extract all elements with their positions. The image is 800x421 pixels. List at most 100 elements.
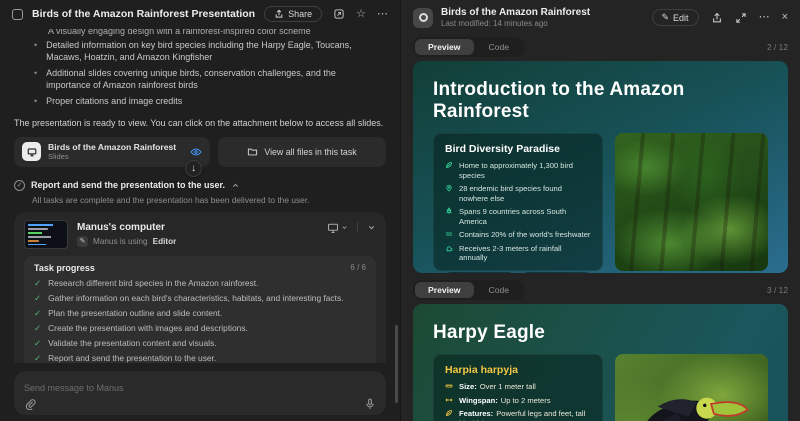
attachment-type: Slides	[48, 152, 183, 161]
chat-panel: Birds of the Amazon Rainforest Presentat…	[0, 0, 400, 421]
task-title: Birds of the Amazon Rainforest Presentat…	[32, 8, 255, 20]
check-icon: ✓	[34, 323, 41, 333]
computer-card-title: Manus's computer	[77, 222, 318, 233]
list-item: • Proper citations and image credits	[34, 96, 386, 108]
bird-diversity-card: Bird Diversity Paradise Home to approxim…	[433, 133, 603, 271]
list-item: • Additional slides covering unique bird…	[34, 68, 386, 91]
preview-header: Birds of the Amazon Rainforest Last modi…	[401, 0, 800, 33]
preview-file-title: Birds of the Amazon Rainforest	[441, 7, 644, 18]
tab-code[interactable]: Code	[476, 39, 523, 55]
bullet-icon: •	[34, 68, 37, 91]
task-item: ✓ Plan the presentation outline and slid…	[34, 308, 366, 318]
page-indicator: 2 / 12	[767, 42, 788, 52]
share-button[interactable]: Share	[264, 6, 322, 22]
step-subtitle: All tasks are complete and the presentat…	[32, 195, 386, 205]
fact-row: 28 endemic bird species found nowhere el…	[445, 184, 591, 203]
bullet-icon: •	[34, 40, 37, 63]
map-pin-icon	[445, 184, 453, 192]
tab-code[interactable]: Code	[476, 282, 523, 298]
attach-file-icon[interactable]	[24, 398, 36, 410]
task-item: ✓ Gather information on each bird's char…	[34, 293, 366, 303]
fact-row: Spans 9 countries across South America	[445, 207, 591, 226]
divider	[357, 222, 358, 233]
fact-row: Home to approximately 1,300 bird species	[445, 161, 591, 180]
microphone-icon[interactable]	[364, 398, 376, 410]
task-progress-card: Task progress 6 / 6 ✓ Research different…	[24, 256, 376, 364]
feather-icon	[445, 161, 453, 169]
slides-app-icon	[413, 8, 433, 28]
stat-box: 1/3 Of all bird species worldwide	[522, 272, 591, 274]
list-item: • Detailed information on key bird speci…	[34, 40, 386, 63]
check-icon: ✓	[34, 278, 41, 288]
monitor-toggle-button[interactable]	[327, 222, 348, 234]
ready-message: The presentation is ready to view. You c…	[14, 117, 386, 129]
slide-introduction: Introduction to the Amazon Rainforest Bi…	[413, 61, 788, 273]
page-indicator: 3 / 12	[767, 285, 788, 295]
tab-preview[interactable]: Preview	[415, 282, 474, 298]
manus-computer-card: Manus's computer ✎ Manus is using Editor	[14, 212, 386, 364]
message-input[interactable]	[24, 383, 376, 393]
ruler-icon	[445, 382, 453, 390]
rainforest-photo	[615, 133, 768, 271]
star-icon[interactable]: ☆	[356, 9, 366, 20]
share-icon	[274, 9, 284, 19]
arrows-horizontal-icon	[445, 396, 453, 404]
tree-icon	[445, 207, 453, 215]
computer-screen-thumbnail[interactable]	[24, 220, 68, 249]
sidebar-toggle-icon[interactable]	[12, 9, 23, 20]
fact-row: Receives 2-3 meters of rainfall annually	[445, 244, 591, 263]
close-icon[interactable]: ×	[782, 12, 788, 23]
view-all-files-button[interactable]: View all files in this task	[218, 137, 386, 167]
toucan-bird-illustration	[621, 373, 762, 421]
file-preview-panel: Birds of the Amazon Rainforest Last modi…	[400, 0, 800, 421]
viewer-toolbar: Preview Code 2 / 12	[401, 33, 800, 61]
export-icon[interactable]	[333, 8, 345, 20]
task-progress-count: 6 / 6	[350, 263, 366, 272]
slides-file-icon	[22, 142, 41, 161]
fact-row: Contains 20% of the world's freshwater	[445, 230, 591, 240]
more-options-icon[interactable]: ⋯	[377, 9, 388, 20]
attachment-card[interactable]: Birds of the Amazon Rainforest Slides	[14, 137, 210, 167]
harpy-eagle-card: Harpia harpyja Size:Over 1 meter tall Wi…	[433, 354, 603, 421]
chat-header: Birds of the Amazon Rainforest Presentat…	[0, 0, 400, 28]
monitor-icon	[327, 222, 339, 234]
step-row[interactable]: ✓ Report and send the presentation to th…	[14, 180, 386, 191]
task-item: ✓ Research different bird species in the…	[34, 278, 366, 288]
check-icon: ✓	[34, 308, 41, 318]
check-circle-icon: ✓	[14, 180, 25, 191]
stat-box: 575 Bird species in a single 5,500-hecta…	[445, 272, 514, 274]
expand-icon[interactable]	[735, 12, 747, 24]
upload-icon[interactable]	[711, 12, 723, 24]
message-composer	[14, 371, 386, 415]
clipped-message-line: A visually engaging design with a rainfo…	[48, 29, 386, 37]
slide-title: Introduction to the Amazon Rainforest	[433, 79, 768, 123]
chevron-down-icon	[341, 224, 348, 231]
feather-icon	[445, 409, 453, 417]
bullet-icon: •	[34, 96, 37, 108]
pencil-icon: ✎	[662, 12, 670, 23]
manus-app: Birds of the Amazon Rainforest Presentat…	[0, 0, 800, 421]
eye-icon[interactable]	[190, 146, 202, 158]
scroll-to-bottom-button[interactable]: ↓	[185, 160, 202, 177]
chat-scrollbar[interactable]	[395, 325, 398, 403]
tab-preview[interactable]: Preview	[415, 39, 474, 55]
arrow-down-icon: ↓	[191, 163, 196, 174]
step-title: Report and send the presentation to the …	[31, 180, 225, 190]
toucan-photo	[615, 354, 768, 421]
task-item: ✓ Create the presentation with images an…	[34, 323, 366, 333]
fact-row: Wingspan:Up to 2 meters	[445, 396, 591, 406]
more-options-icon[interactable]: ⋯	[759, 12, 770, 23]
chat-scroll-area: A visually engaging design with a rainfo…	[0, 28, 400, 363]
check-icon: ✓	[34, 353, 41, 363]
collapse-chevron-icon[interactable]	[367, 223, 376, 232]
slide-harpy-eagle: Harpy Eagle Harpia harpyja Size:Over 1 m…	[413, 304, 788, 421]
active-tool-name: Editor	[153, 237, 177, 246]
last-modified-text: Last modified: 14 minutes ago	[441, 19, 644, 28]
attachment-row: Birds of the Amazon Rainforest Slides Vi…	[14, 137, 386, 167]
viewer-toolbar: Preview Code 3 / 12	[401, 273, 800, 304]
folder-icon	[247, 146, 258, 157]
fact-row: Features:Powerful legs and feet, tall bl…	[445, 409, 591, 421]
task-progress-title: Task progress	[34, 263, 95, 273]
chevron-up-icon[interactable]	[231, 181, 240, 190]
edit-button[interactable]: ✎ Edit	[652, 9, 699, 26]
